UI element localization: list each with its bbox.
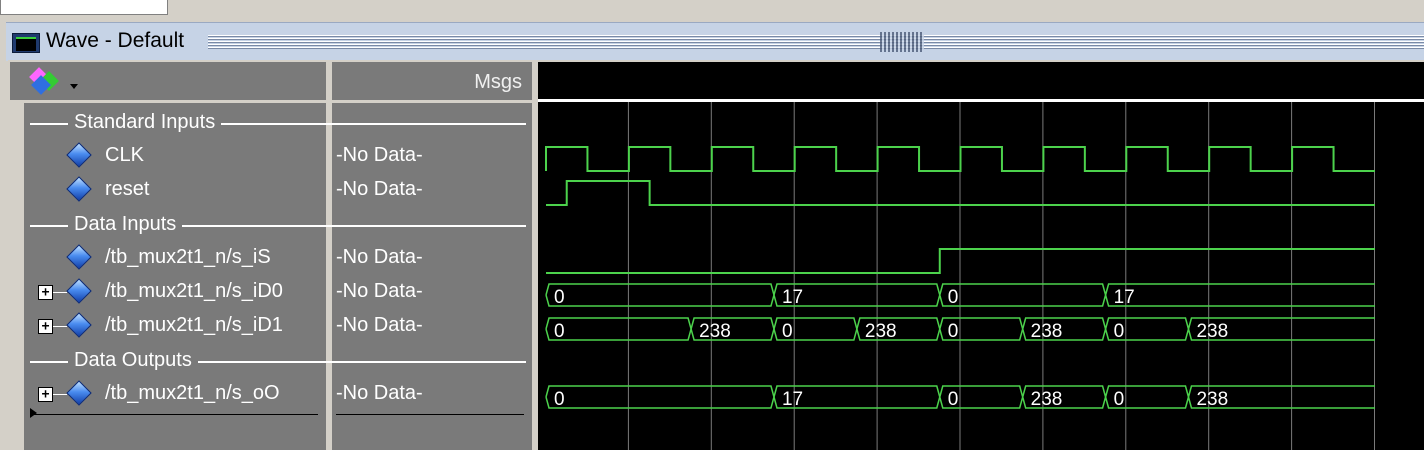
wave-window-icon [12, 33, 40, 53]
s-id0-segment [939, 283, 1107, 307]
msgs-header-label: Msgs [474, 71, 522, 93]
wave-tools-icon[interactable] [28, 67, 62, 96]
group-row-standard-inputs[interactable]: Standard Inputs [0, 107, 532, 141]
s-oo-segment [545, 385, 775, 409]
titlebar-grip-handle[interactable] [880, 32, 924, 52]
msgs-column-header: Msgs [332, 62, 532, 103]
window-tab-stub[interactable] [0, 0, 168, 15]
signal-name: /tb_mux2t1_n/s_iS [105, 246, 271, 268]
s-id1-value-label: 0 [948, 321, 959, 342]
titlebar-drag-grip[interactable] [208, 35, 1424, 49]
s-id0-segment [1104, 283, 1375, 307]
signal-diamond-icon [66, 278, 92, 304]
s-id1-segment [545, 317, 692, 341]
s-id0-value-label: 17 [1114, 287, 1135, 308]
s-oo-value-label: 0 [1114, 389, 1125, 410]
signal-diamond-icon [66, 312, 92, 338]
s-oo-value-label: 238 [1031, 389, 1063, 410]
s-id0-value-label: 0 [554, 287, 565, 308]
signal-diamond-icon [66, 142, 92, 168]
signal-row-s-oo[interactable]: + /tb_mux2t1_n/s_oO -No Data- [0, 379, 532, 413]
s-oo-value-label: 17 [782, 389, 803, 410]
signal-name: /tb_mux2t1_n/s_iD0 [105, 280, 283, 302]
wave-window-titlebar[interactable]: Wave - Default [6, 22, 1424, 61]
group-label: Data Outputs [68, 349, 198, 372]
s-id0-value-label: 0 [948, 287, 959, 308]
signal-diamond-icon [66, 176, 92, 202]
waveform-canvas[interactable]: 0 17 0 17 0 238 0 238 0 238 0 238 0 17 0 238 0 238 [538, 102, 1424, 450]
signal-msg-value: -No Data- [336, 382, 423, 404]
group-label: Data Inputs [68, 213, 183, 236]
s-id1-value-label: 238 [1196, 321, 1228, 342]
selected-row-underline [34, 414, 318, 415]
group-row-data-outputs[interactable]: Data Outputs [0, 345, 532, 379]
signal-name: /tb_mux2t1_n/s_iD1 [105, 314, 283, 336]
s-id1-value-label: 0 [782, 321, 793, 342]
s-id1-value-label: 0 [1114, 321, 1125, 342]
row-cursor-marker-icon [30, 408, 37, 418]
group-label: Standard Inputs [68, 111, 222, 134]
expand-plus-icon[interactable]: + [38, 319, 53, 334]
signal-row-reset[interactable]: reset -No Data- [0, 175, 532, 209]
s-oo-value-label: 238 [1196, 389, 1228, 410]
s-id1-value-label: 238 [865, 321, 897, 342]
expand-plus-icon[interactable]: + [38, 285, 53, 300]
s-id1-value-label: 238 [1031, 321, 1063, 342]
signal-name: reset [105, 178, 150, 200]
window-title: Wave - Default [46, 29, 185, 52]
s-id0-value-label: 17 [782, 287, 803, 308]
signal-name: CLK [105, 144, 144, 166]
signal-row-s-id1[interactable]: + /tb_mux2t1_n/s_iD1 -No Data- [0, 311, 532, 345]
group-row-data-inputs[interactable]: Data Inputs [0, 209, 532, 243]
signal-row-s-is[interactable]: /tb_mux2t1_n/s_iS -No Data- [0, 243, 532, 277]
expand-plus-icon[interactable]: + [38, 387, 53, 402]
clk-waveform [545, 146, 1375, 172]
signal-msg-value: -No Data- [336, 178, 423, 200]
signal-diamond-icon [66, 380, 92, 406]
chevron-down-icon[interactable] [70, 84, 78, 89]
signal-msg-value: -No Data- [336, 246, 423, 268]
signal-name: /tb_mux2t1_n/s_oO [105, 382, 280, 404]
signal-row-clk[interactable]: CLK -No Data- [0, 141, 532, 175]
signal-diamond-icon [66, 244, 92, 270]
s-oo-value-label: 0 [554, 389, 565, 410]
s-id1-value-label: 238 [699, 321, 731, 342]
signal-msg-value: -No Data- [336, 280, 423, 302]
s-oo-value-label: 0 [948, 389, 959, 410]
signal-row-s-id0[interactable]: + /tb_mux2t1_n/s_iD0 -No Data- [0, 277, 532, 311]
s-id1-value-label: 0 [554, 321, 565, 342]
selected-msg-underline [336, 414, 524, 415]
signal-msg-value: -No Data- [336, 144, 423, 166]
signal-msg-value: -No Data- [336, 314, 423, 336]
s-id0-segment [545, 283, 775, 307]
